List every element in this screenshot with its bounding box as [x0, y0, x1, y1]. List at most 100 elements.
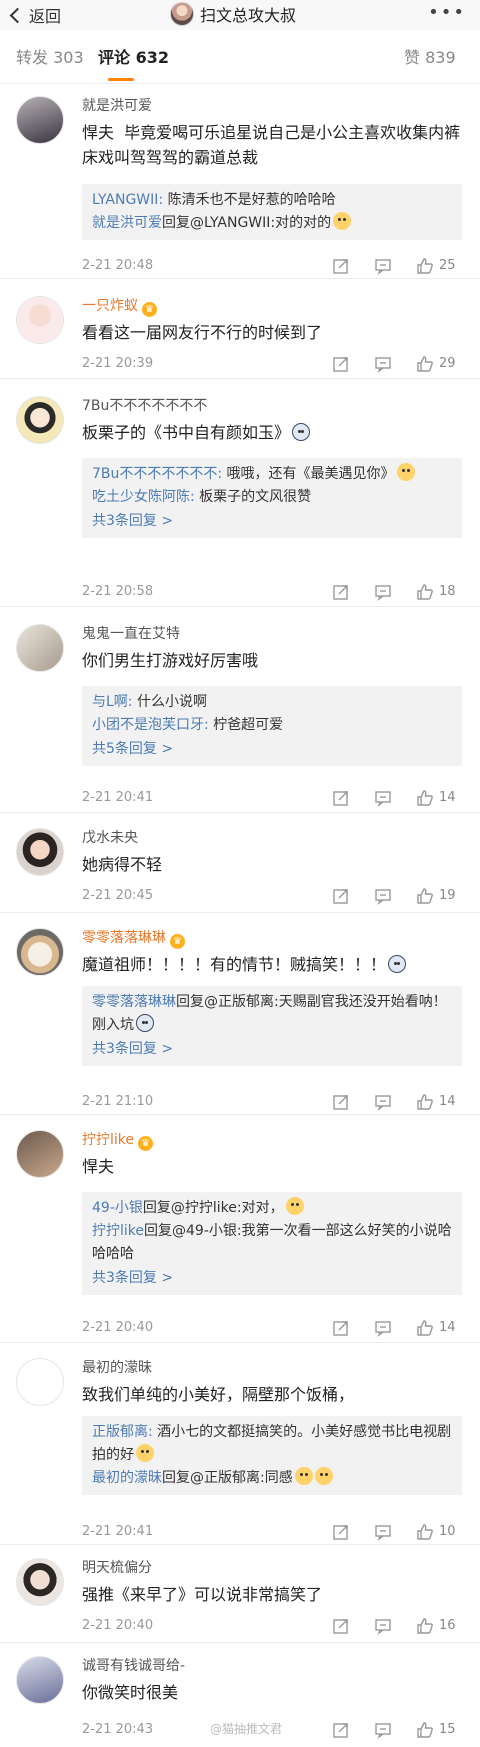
comment-icon[interactable]	[374, 1721, 392, 1739]
comment-text: 强推《来早了》可以说非常搞笑了	[82, 1585, 323, 1604]
reply-box[interactable]: 与L啊: 什么小说啊 小团不是泡芙口牙: 柠爸超可爱 共5条回复 >	[82, 686, 462, 766]
reply-item: 与L啊: 什么小说啊	[92, 691, 452, 714]
comment-username[interactable]: 就是洪可爱	[82, 96, 462, 116]
more-replies-link[interactable]: 共5条回复 >	[92, 737, 452, 761]
avatar[interactable]	[16, 928, 64, 976]
like-count: 14	[439, 1094, 456, 1109]
reply-username[interactable]: 正版郁离:	[92, 1424, 153, 1440]
repost-icon[interactable]	[332, 1617, 350, 1635]
comment-icon[interactable]	[374, 1523, 392, 1541]
avatar[interactable]	[16, 828, 64, 876]
repost-icon[interactable]	[332, 887, 350, 905]
more-icon[interactable]: •••	[428, 2, 466, 23]
repost-icon[interactable]	[332, 583, 350, 601]
comment-username[interactable]: 最初的濛昧	[82, 1358, 462, 1378]
repost-icon[interactable]	[332, 355, 350, 373]
reply-username[interactable]: 与L啊:	[92, 694, 133, 710]
reply-username[interactable]: 小团不是泡芙口牙:	[92, 717, 209, 733]
avatar[interactable]	[16, 296, 64, 344]
like-count: 18	[439, 584, 456, 599]
repost-icon[interactable]	[332, 1523, 350, 1541]
comment-username[interactable]: 7Bu不不不不不不不	[82, 396, 462, 416]
repost-icon[interactable]	[332, 1721, 350, 1739]
crying-emoji-icon	[388, 955, 407, 973]
avatar[interactable]	[16, 1558, 64, 1606]
reply-username[interactable]: 吃土少女陈阿陈:	[92, 489, 195, 505]
comment-icon[interactable]	[374, 355, 392, 373]
reply-username[interactable]: 就是洪可爱	[92, 215, 162, 231]
comment-time: 2-21 20:48	[82, 258, 154, 273]
avatar[interactable]	[16, 624, 64, 672]
tab-bar: 转发 303 评论 632 赞 839	[0, 44, 480, 84]
comment-username[interactable]: 零零落落琳琳 ♛	[82, 928, 462, 949]
reply-item: 就是洪可爱回复@LYANGWII:对的对的	[92, 212, 452, 235]
more-replies-link[interactable]: 共3条回复 >	[92, 1037, 452, 1061]
reply-username[interactable]: 49-小银	[92, 1200, 143, 1216]
reply-username[interactable]: 拧拧like	[92, 1223, 144, 1239]
thumbs-up-icon[interactable]	[416, 1721, 434, 1739]
avatar[interactable]	[16, 1130, 64, 1178]
comment-icon[interactable]	[374, 1617, 392, 1635]
reply-box[interactable]: LYANGWII: 陈清禾也不是好惹的哈哈哈 就是洪可爱回复@LYANGWII:…	[82, 184, 462, 240]
comment-username[interactable]: 鬼鬼一直在艾特	[82, 624, 462, 644]
reply-item: 拧拧like回复@49-小银:我第一次看一部这么好笑的小说哈哈哈哈	[92, 1220, 452, 1266]
thumbs-up-icon[interactable]	[416, 887, 434, 905]
thumbs-up-icon[interactable]	[416, 1093, 434, 1111]
reply-username[interactable]: 零零落落琳琳	[92, 994, 176, 1010]
reply-item: 7Bu不不不不不不不: 哦哦，还有《最美遇见你》	[92, 463, 452, 486]
tab-likes[interactable]: 赞 839	[404, 44, 456, 68]
repost-icon[interactable]	[332, 1093, 350, 1111]
repost-icon[interactable]	[332, 789, 350, 807]
avatar[interactable]	[16, 1358, 64, 1406]
comment-username[interactable]: 戊水未央	[82, 828, 462, 848]
comment-icon[interactable]	[374, 887, 392, 905]
vip-crown-icon: ♛	[138, 1136, 154, 1151]
reply-username[interactable]: LYANGWII:	[92, 192, 163, 208]
comment-username[interactable]: 拧拧like ♛	[82, 1130, 462, 1151]
reply-box[interactable]: 正版郁离: 酒小七的文都挺搞笑的。小美好感觉书比电视剧拍的好 最初的濛昧回复@正…	[82, 1416, 462, 1495]
comment-icon[interactable]	[374, 789, 392, 807]
reply-text: 什么小说啊	[132, 694, 207, 710]
tab-reposts[interactable]: 转发 303	[16, 44, 84, 68]
reply-username[interactable]: 7Bu不不不不不不不:	[92, 466, 222, 482]
comment-icon[interactable]	[374, 1093, 392, 1111]
avatar[interactable]	[16, 396, 64, 444]
back-button[interactable]: 返回	[9, 3, 61, 27]
avatar[interactable]	[16, 96, 64, 144]
comment-text: 魔道祖师！！！！有的情节！贼搞笑！！！	[82, 952, 462, 977]
reply-box[interactable]: 49-小银回复@拧拧like:对对， 拧拧like回复@49-小银:我第一次看一…	[82, 1192, 462, 1295]
reply-text: 回复@正版郁离:同感	[162, 1470, 293, 1486]
comment-icon[interactable]	[374, 1319, 392, 1337]
thumbs-up-icon[interactable]	[416, 1319, 434, 1337]
comment-text: 悍夫 毕竟爱喝可乐追星说自己是小公主喜欢收集内裤床戏叫驾驾驾的霸道总裁	[82, 123, 461, 167]
title-text: 扫文总攻大叔	[200, 6, 297, 25]
reply-box[interactable]: 7Bu不不不不不不不: 哦哦，还有《最美遇见你》 吃土少女陈阿陈: 板栗子的文风…	[82, 458, 462, 538]
like-count: 15	[439, 1722, 456, 1737]
comment-icon[interactable]	[374, 257, 392, 275]
sweat-emoji-icon	[285, 1197, 304, 1215]
reply-box[interactable]: 零零落落琳琳回复@正版郁离:天赐副官我还没开始看呐！刚入坑 共3条回复 >	[82, 986, 462, 1066]
page-title: 扫文总攻大叔	[170, 2, 296, 26]
more-replies-link[interactable]: 共3条回复 >	[92, 509, 452, 533]
comment-text: 看看这一届网友行不行的时候到了	[82, 323, 323, 342]
grin-emoji-icon	[333, 212, 352, 230]
thumbs-up-icon[interactable]	[416, 1523, 434, 1541]
more-replies-link[interactable]: 共3条回复 >	[92, 1266, 452, 1290]
thumbs-up-icon[interactable]	[416, 355, 434, 373]
avatar[interactable]	[170, 2, 194, 26]
reply-username[interactable]: 最初的濛昧	[92, 1470, 162, 1486]
thumbs-up-icon[interactable]	[416, 1617, 434, 1635]
thumbs-up-icon[interactable]	[416, 583, 434, 601]
tab-comments[interactable]: 评论 632	[98, 44, 169, 68]
comment-icon[interactable]	[374, 583, 392, 601]
divider	[0, 1544, 480, 1545]
avatar[interactable]	[16, 1656, 64, 1704]
repost-icon[interactable]	[332, 1319, 350, 1337]
comment-username[interactable]: 一只炸蚁 ♛	[82, 296, 462, 317]
divider	[0, 812, 480, 813]
comment-username[interactable]: 诚哥有钱诚哥给-	[82, 1656, 462, 1676]
thumbs-up-icon[interactable]	[416, 257, 434, 275]
thumbs-up-icon[interactable]	[416, 789, 434, 807]
comment-username[interactable]: 明天梳偏分	[82, 1558, 462, 1578]
repost-icon[interactable]	[332, 257, 350, 275]
